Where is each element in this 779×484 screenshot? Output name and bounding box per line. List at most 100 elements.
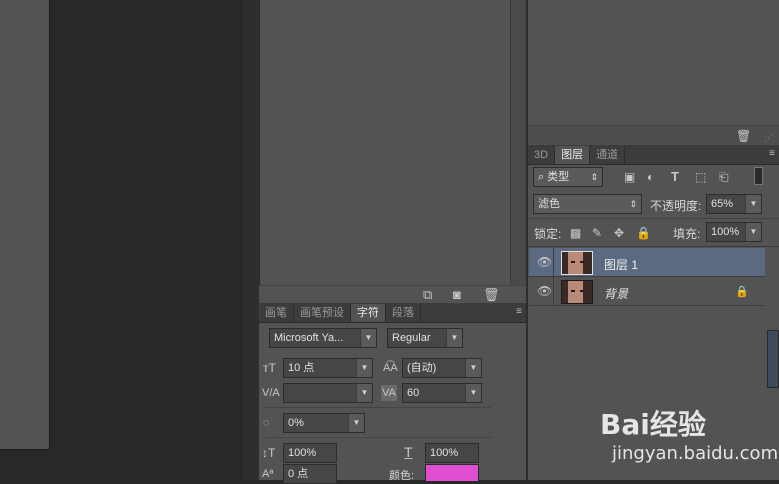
layer-thumbnail[interactable] [561, 280, 593, 304]
layer-name[interactable]: 图层 1 [604, 256, 638, 273]
blend-mode-select[interactable]: 滤色 ⇕ [533, 194, 642, 214]
font-style-select[interactable]: Regular ▼ [387, 328, 463, 348]
trash-icon[interactable]: 🗑 [736, 128, 751, 144]
tab-brush[interactable]: 画笔 [259, 304, 294, 322]
vertical-scale-icon: ↕T [262, 446, 276, 460]
text-color-swatch[interactable] [425, 464, 479, 482]
type-filter-icon[interactable]: T [671, 169, 679, 185]
updown-icon: ⇕ [590, 172, 598, 182]
font-style-value: Regular [392, 332, 431, 344]
chevron-down-icon: ▼ [446, 329, 462, 347]
right-upper-panel: 🗑 ⋰ [528, 0, 779, 145]
tab-3d[interactable]: 3D [528, 146, 556, 164]
panel-menu-icon[interactable]: ≡ [769, 148, 775, 159]
kerning-field[interactable]: ▼ [283, 383, 373, 403]
font-family-value: Microsoft Ya... [274, 332, 344, 344]
chevron-down-icon: ▼ [356, 359, 372, 377]
row-divider [553, 248, 554, 277]
watermark-brand: Bai经验 [600, 408, 706, 441]
panel-gutter [243, 0, 259, 480]
layer-thumbnail[interactable] [561, 251, 593, 275]
filter-kind-select[interactable]: ⌕ 类型 ⇕ [533, 167, 603, 187]
tab-brush-presets[interactable]: 画笔预设 [294, 304, 351, 322]
tracking-icon: VA [381, 385, 397, 401]
font-size-value: 10 点 [288, 362, 315, 374]
adjustment-filter-icon[interactable]: ◐ [647, 169, 654, 185]
section-divider [528, 218, 779, 219]
leading-icon: A͡A [383, 362, 398, 374]
chevron-down-icon: ▼ [348, 414, 364, 432]
filter-toggle[interactable] [754, 167, 763, 185]
middle-panel-scrollbar[interactable] [510, 0, 526, 285]
tsume-icon: ◌ [263, 417, 270, 429]
opacity-value: 65% [711, 198, 734, 210]
thumb-detail [580, 261, 584, 263]
tab-layers[interactable]: 图层 [555, 146, 591, 164]
right-upper-footer: 🗑 ⋰ [528, 125, 779, 145]
font-family-select[interactable]: Microsoft Ya... ▼ [269, 328, 377, 348]
horizontal-scale-value: 100% [430, 447, 459, 459]
filter-kind-value: 类型 [547, 171, 570, 183]
camera-icon[interactable]: ◙ [453, 287, 461, 303]
opacity-label: 不透明度: [650, 199, 702, 213]
leading-field[interactable]: (自动) ▼ [402, 358, 482, 378]
smart-object-filter-icon[interactable]: ⎗ [719, 169, 729, 185]
middle-panel-footer: ⧉ ◙ 🗑 [259, 285, 526, 303]
chevron-down-icon: ▼ [745, 223, 761, 241]
tab-character[interactable]: 字符 [351, 304, 386, 322]
lock-transparency-icon[interactable]: ▩ [570, 225, 581, 241]
color-label: 颜色: [389, 470, 415, 482]
character-panel-tabs: 画笔 画笔预设 字符 段落 ≡ [259, 303, 526, 323]
tsume-value: 0% [288, 417, 304, 429]
trash-icon[interactable]: 🗑 [483, 287, 500, 303]
chevron-down-icon: ▼ [745, 195, 761, 213]
font-size-field[interactable]: 10 点 ▼ [283, 358, 373, 378]
chevron-down-icon: ▼ [465, 359, 481, 377]
fill-value: 100% [711, 226, 740, 238]
scroll-widget[interactable] [767, 330, 779, 388]
updown-icon: ⇕ [629, 199, 637, 209]
tab-paragraph[interactable]: 段落 [386, 304, 421, 322]
tracking-field[interactable]: 60 ▼ [402, 383, 482, 403]
section-divider [528, 246, 779, 247]
lock-pixels-brush-icon[interactable]: ✎ [592, 225, 602, 241]
blend-mode-value: 滤色 [538, 198, 560, 210]
vertical-scale-field[interactable]: 100% [283, 443, 337, 463]
resize-grip-icon[interactable]: ⋰ [764, 130, 773, 146]
tracking-value: 60 [407, 387, 420, 399]
lock-label: 锁定: [534, 227, 562, 241]
tsume-field[interactable]: 0% ▼ [283, 413, 365, 433]
panel-menu-icon[interactable]: ≡ [516, 306, 522, 317]
lock-position-move-icon[interactable]: ✥ [614, 225, 624, 241]
document-canvas[interactable] [0, 0, 50, 450]
chevron-down-icon: ▼ [360, 329, 376, 347]
layer-name[interactable]: 背景 [604, 285, 628, 302]
font-size-icon: ᴛT [263, 361, 276, 375]
chevron-down-icon: ▼ [465, 384, 481, 402]
thumb-detail [571, 290, 575, 292]
lock-icon: 🔒 [735, 286, 749, 298]
layer-row[interactable]: 👁 背景 🔒 [529, 277, 765, 306]
visibility-eye-icon[interactable]: 👁 [537, 255, 552, 269]
leading-value: (自动) [407, 362, 437, 374]
vertical-scale-value: 100% [288, 447, 317, 459]
baseline-shift-field[interactable]: 0 点 [283, 464, 337, 484]
shape-filter-icon[interactable]: ⬚ [695, 169, 706, 185]
watermark-url: jingyan.baidu.com [612, 443, 779, 464]
fill-field[interactable]: 100% ▼ [706, 222, 762, 242]
chevron-down-icon: ▼ [356, 384, 372, 402]
lock-all-icon[interactable]: 🔒 [636, 225, 651, 241]
horizontal-scale-field[interactable]: 100% [425, 443, 479, 463]
visibility-eye-icon[interactable]: 👁 [537, 284, 552, 298]
new-item-icon[interactable]: ⧉ [423, 287, 432, 303]
section-divider [265, 407, 491, 408]
layer-row[interactable]: 👁 图层 1 [529, 248, 765, 277]
tab-channels[interactable]: 通道 [590, 146, 626, 164]
image-filter-icon[interactable]: ▣ [624, 169, 635, 185]
fill-label: 填充: [673, 227, 701, 241]
opacity-field[interactable]: 65% ▼ [706, 194, 762, 214]
layers-panel-tabs: 3D 图层 通道 ≡ [528, 145, 779, 165]
baseline-shift-value: 0 点 [288, 468, 309, 480]
kerning-icon: V/A [262, 387, 280, 399]
search-icon: ⌕ [538, 171, 548, 183]
